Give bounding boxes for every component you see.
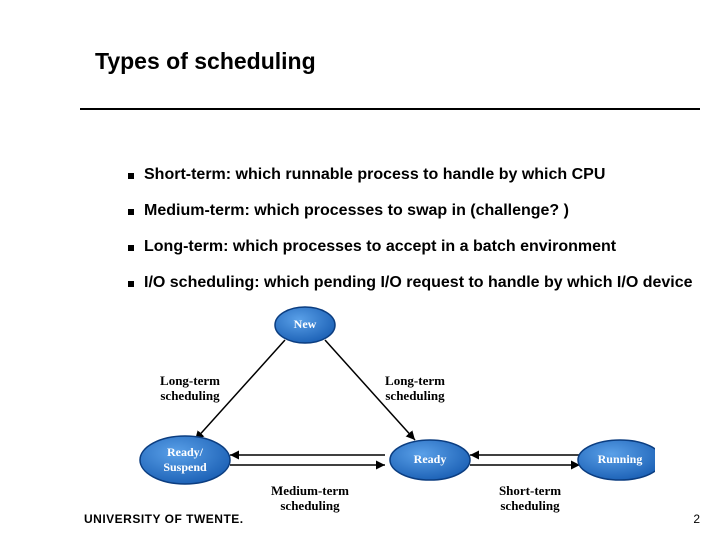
state-diagram: New Ready/ Suspend Ready Running Long-te… — [135, 300, 655, 520]
title-divider — [80, 108, 700, 110]
edge-label-long-term-left: Long-term — [160, 373, 220, 388]
node-ready-suspend-label-1: Ready/ — [167, 445, 204, 459]
list-item: I/O scheduling: which pending I/O reques… — [128, 274, 720, 292]
edge-label-long-term-right: Long-term — [385, 373, 445, 388]
list-item: Medium-term: which processes to swap in … — [128, 202, 720, 220]
edge-label-scheduling-3: scheduling — [280, 498, 340, 513]
bullet-text: I/O scheduling: which pending I/O reques… — [144, 274, 693, 292]
bullet-text: Long-term: which processes to accept in … — [144, 238, 616, 256]
edge-label-scheduling-1: scheduling — [160, 388, 220, 403]
edge-label-scheduling-4: scheduling — [500, 498, 560, 513]
edge-label-medium-term: Medium-term — [271, 483, 349, 498]
bullet-icon — [128, 209, 134, 215]
node-running-label: Running — [598, 452, 643, 466]
bullet-icon — [128, 245, 134, 251]
page-title: Types of scheduling — [95, 48, 316, 75]
node-ready-label: Ready — [414, 452, 447, 466]
bullet-icon — [128, 281, 134, 287]
bullet-text: Medium-term: which processes to swap in … — [144, 202, 569, 220]
edge-label-scheduling-2: scheduling — [385, 388, 445, 403]
list-item: Short-term: which runnable process to ha… — [128, 166, 720, 184]
node-new-label: New — [294, 317, 317, 331]
page-number: 2 — [693, 512, 700, 526]
bullet-icon — [128, 173, 134, 179]
bullet-list: Short-term: which runnable process to ha… — [88, 166, 720, 310]
footer-logo: UNIVERSITY OF TWENTE. — [84, 512, 244, 526]
edge-label-short-term: Short-term — [499, 483, 561, 498]
bullet-text: Short-term: which runnable process to ha… — [144, 166, 605, 184]
list-item: Long-term: which processes to accept in … — [128, 238, 720, 256]
node-ready-suspend-label-2: Suspend — [163, 460, 207, 474]
slide: { "title": "Types of scheduling", "bulle… — [0, 0, 720, 540]
